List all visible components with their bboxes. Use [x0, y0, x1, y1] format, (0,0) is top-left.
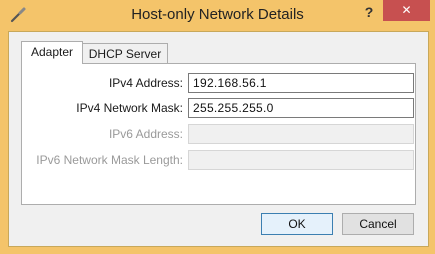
close-icon: ✕: [401, 3, 412, 17]
ipv4-mask-label: IPv4 Network Mask:: [76, 101, 183, 115]
adapter-panel: IPv4 Address: 192.168.56.1 IPv4 Network …: [21, 63, 416, 205]
ipv6-mask-length-field: [188, 150, 414, 170]
tab-adapter[interactable]: Adapter: [21, 41, 83, 64]
title-bar[interactable]: Host-only Network Details ? ✕: [0, 0, 435, 30]
dialog-window: Host-only Network Details ? ✕ DHCP Serve…: [0, 0, 435, 254]
tab-dhcp-server[interactable]: DHCP Server: [82, 43, 168, 64]
ipv4-address-label: IPv4 Address:: [108, 76, 183, 90]
cancel-button[interactable]: Cancel: [342, 213, 414, 235]
ipv6-address-label: IPv6 Address:: [108, 127, 183, 141]
ipv4-mask-field[interactable]: 255.255.255.0: [188, 98, 414, 118]
ok-button[interactable]: OK: [261, 213, 333, 235]
ipv4-address-field[interactable]: 192.168.56.1: [188, 73, 414, 93]
ipv6-mask-length-label: IPv6 Network Mask Length:: [36, 153, 183, 167]
dialog-content: DHCP Server Adapter IPv4 Address: 192.16…: [8, 31, 429, 247]
help-button[interactable]: ?: [356, 2, 382, 22]
close-button[interactable]: ✕: [383, 0, 430, 21]
ipv6-address-field: [188, 124, 414, 144]
